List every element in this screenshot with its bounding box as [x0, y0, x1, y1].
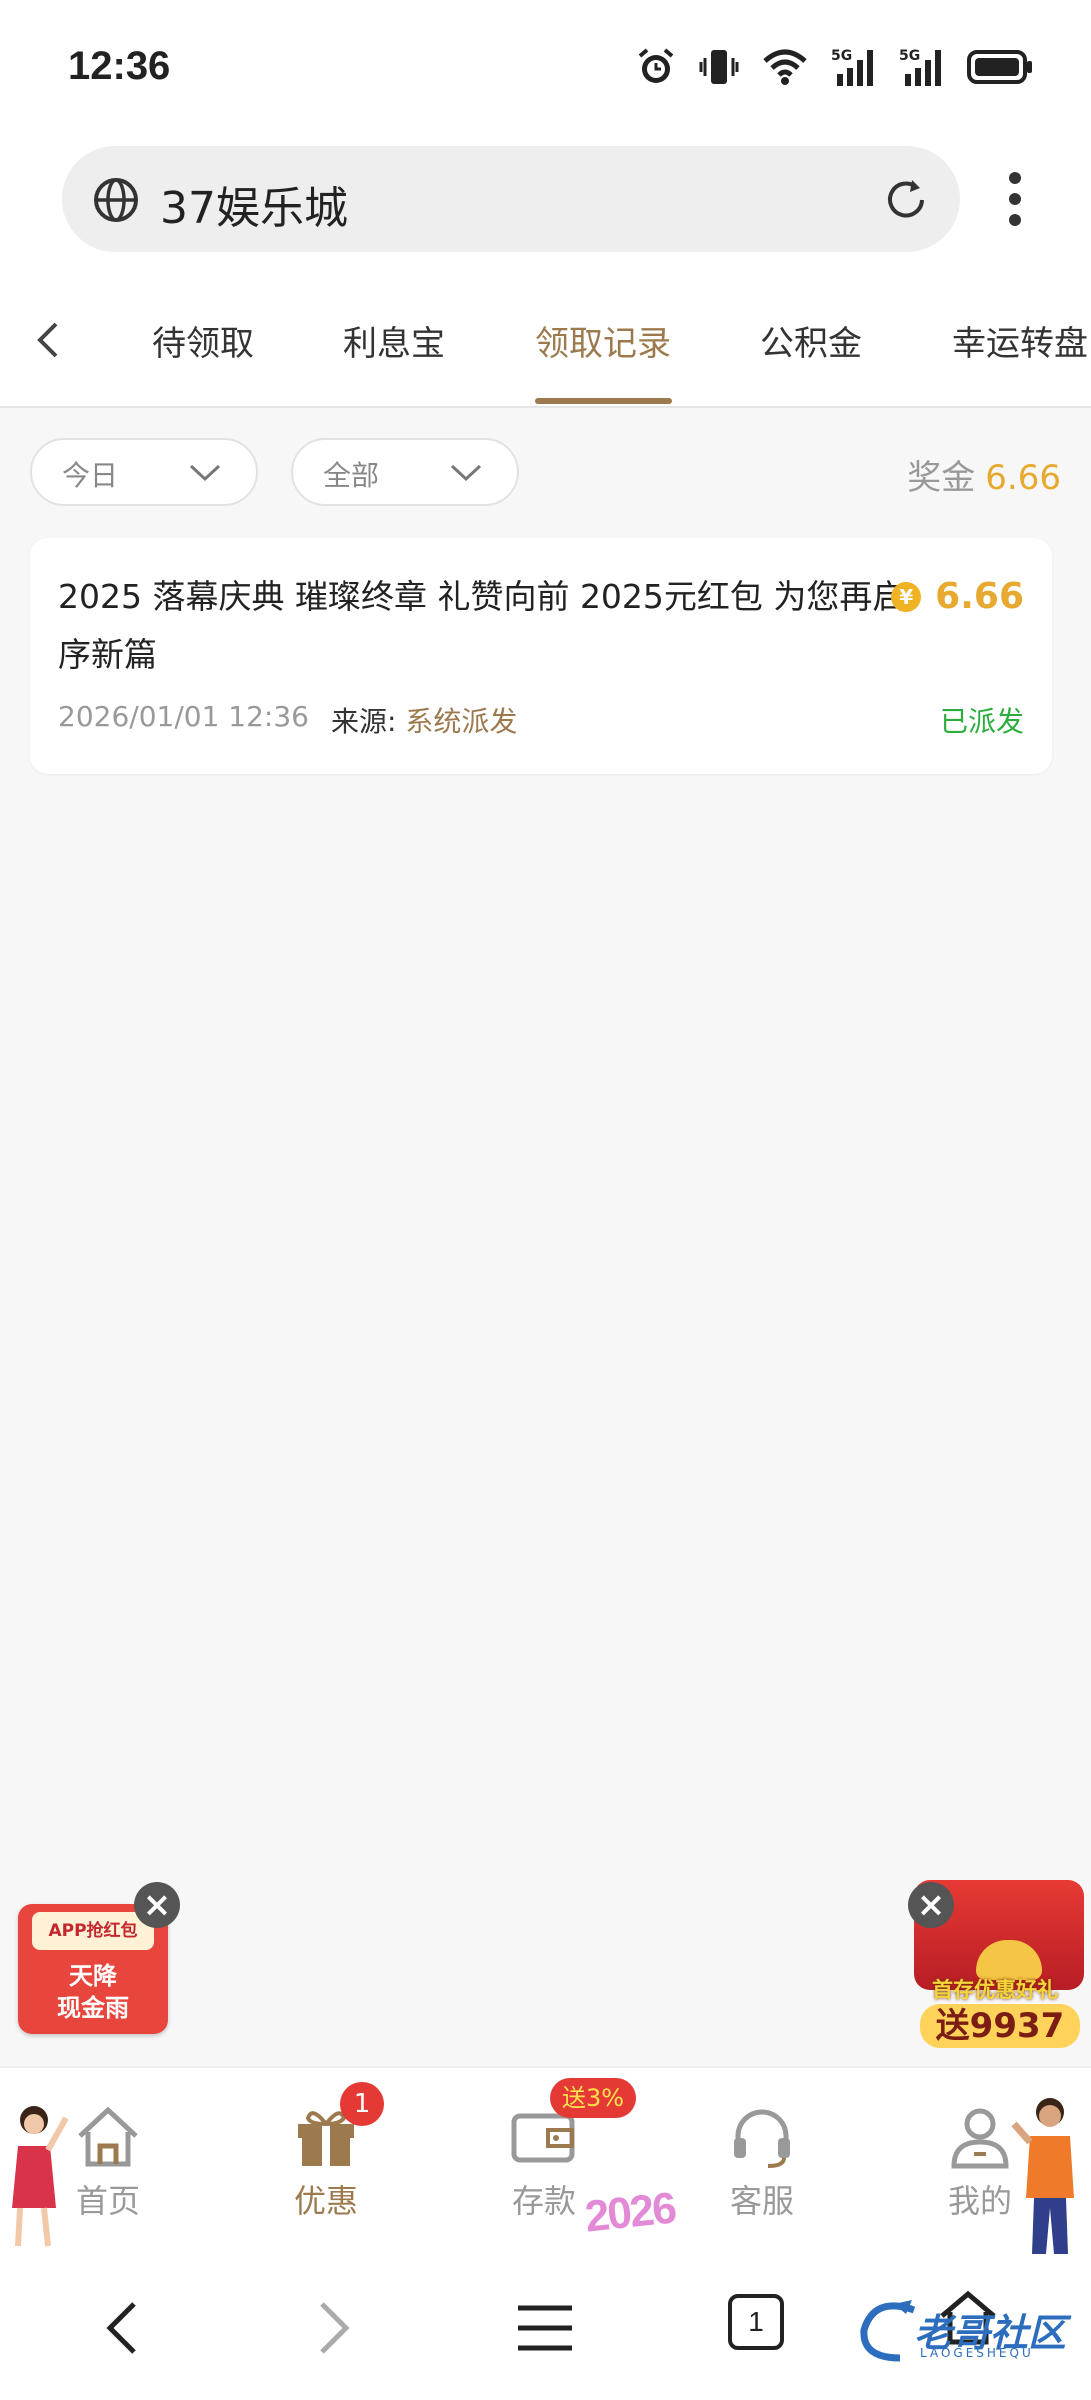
promo-deposit-text: 首存优惠好礼: [932, 1978, 1058, 2002]
promo-bottom-text: 天降 现金雨: [18, 1960, 168, 2024]
browser-toolbar: 37娱乐城: [0, 140, 1091, 280]
status-icons: 5G 5G: [635, 46, 1033, 88]
more-options-icon[interactable]: [998, 170, 1032, 228]
promo-number: 9937: [969, 2006, 1065, 2046]
promo-line1: 天降: [69, 1962, 117, 1990]
bonus-value: 6.66: [985, 458, 1061, 498]
bottom-navigation: 首页 1 优惠 送3% 存款 2026 客服 我的: [0, 2066, 1091, 2258]
record-card: 2025 落幕庆典 璀璨终章 礼赞向前 2025元红包 为您再启序新篇 ¥ 6.…: [30, 538, 1052, 774]
svg-text:5G: 5G: [831, 48, 852, 64]
home-icon: [78, 2106, 138, 2167]
watermark-subtext: LAOGESHEQU: [920, 2346, 1034, 2360]
community-watermark: 老哥社区 LAOGESHEQU: [854, 2290, 1080, 2366]
nav-promotions-label: 优惠: [293, 2182, 358, 2220]
back-chevron-icon[interactable]: [28, 316, 68, 364]
vibrate-icon: [699, 50, 739, 84]
tab-lucky-wheel[interactable]: 幸运转盘: [952, 316, 1088, 365]
reload-icon[interactable]: [882, 176, 930, 224]
first-deposit-promo[interactable]: 首存优惠好礼 送9937 ×: [900, 1870, 1090, 2050]
festive-man-illustration: [1011, 2098, 1074, 2254]
menu-icon[interactable]: [514, 2298, 576, 2358]
active-tab-indicator: [535, 398, 672, 404]
record-meta: 2026/01/01 12:36 来源: 系统派发: [58, 700, 517, 740]
date-filter-value: 今日: [62, 459, 119, 492]
promotions-badge: 1: [340, 2082, 384, 2126]
alarm-icon: [638, 48, 674, 83]
status-time: 12:36: [68, 44, 171, 88]
red-packet-promo[interactable]: APP抢红包 天降 现金雨 ×: [8, 1880, 188, 2040]
record-source-label: 来源:: [330, 705, 397, 738]
system-navigation-bar: 1 老哥社区 LAOGESHEQU: [0, 2256, 1091, 2400]
nav-customer-service[interactable]: 客服: [702, 2104, 822, 2222]
date-filter-dropdown[interactable]: 今日: [30, 438, 258, 506]
record-time: 2026/01/01 12:36: [58, 700, 309, 733]
close-promo-button[interactable]: ×: [134, 1882, 180, 1928]
tab-pending[interactable]: 待领取: [152, 316, 254, 365]
tab-provident-fund[interactable]: 公积金: [760, 316, 862, 365]
record-source-value: 系统派发: [405, 705, 518, 738]
deposit-bonus-badge: 送3%: [550, 2078, 637, 2118]
promo-top-text: APP抢红包: [32, 1912, 154, 1950]
bonus-total: 奖金 6.66: [907, 450, 1061, 499]
url-text: 37娱乐城: [160, 183, 348, 234]
wifi-icon: [763, 49, 807, 85]
forward-icon[interactable]: [312, 2298, 356, 2358]
record-amount: ¥ 6.66: [891, 576, 1024, 617]
back-icon[interactable]: [100, 2298, 144, 2358]
type-filter-dropdown[interactable]: 全部: [291, 438, 519, 506]
record-title: 2025 落幕庆典 璀璨终章 礼赞向前 2025元红包 为您再启序新篇: [58, 577, 906, 674]
signal-5g-icon: 5G: [899, 48, 941, 86]
promo-line2: 现金雨: [57, 1994, 129, 2022]
close-promo-button[interactable]: ×: [908, 1882, 954, 1928]
nav-home-label: 首页: [75, 2182, 140, 2220]
nav-customer-service-label: 客服: [729, 2182, 794, 2220]
bonus-label: 奖金: [907, 458, 976, 498]
type-filter-value: 全部: [323, 459, 380, 492]
user-icon: [951, 2108, 1009, 2169]
address-bar[interactable]: 37娱乐城: [62, 146, 960, 252]
chevron-down-icon: [450, 464, 482, 482]
category-tabs: 待领取 利息宝 领取记录 公积金 幸运转盘: [0, 280, 1091, 408]
headset-icon: [734, 2109, 790, 2168]
coin-icon: ¥: [891, 581, 922, 612]
tabs-count-button[interactable]: 1: [728, 2294, 784, 2350]
tab-interest[interactable]: 利息宝: [343, 316, 445, 365]
nav-promotions[interactable]: 1 优惠: [266, 2082, 386, 2222]
decoration-2026: 2026: [582, 2183, 678, 2242]
status-bar: 12:36 5G 5G: [0, 0, 1091, 140]
chevron-down-icon: [189, 464, 221, 482]
battery-icon: [967, 50, 1032, 84]
promo-deposit-number: 送9937: [920, 2004, 1080, 2048]
nav-home[interactable]: 首页: [48, 2104, 168, 2222]
svg-text:5G: 5G: [899, 48, 920, 64]
signal-5g-icon: 5G: [831, 48, 873, 86]
record-amount-value: 6.66: [935, 576, 1024, 617]
tab-records[interactable]: 领取记录: [535, 316, 671, 365]
record-status: 已派发: [939, 705, 1024, 738]
globe-icon: [94, 178, 138, 222]
promo-prefix: 送: [935, 2006, 970, 2046]
